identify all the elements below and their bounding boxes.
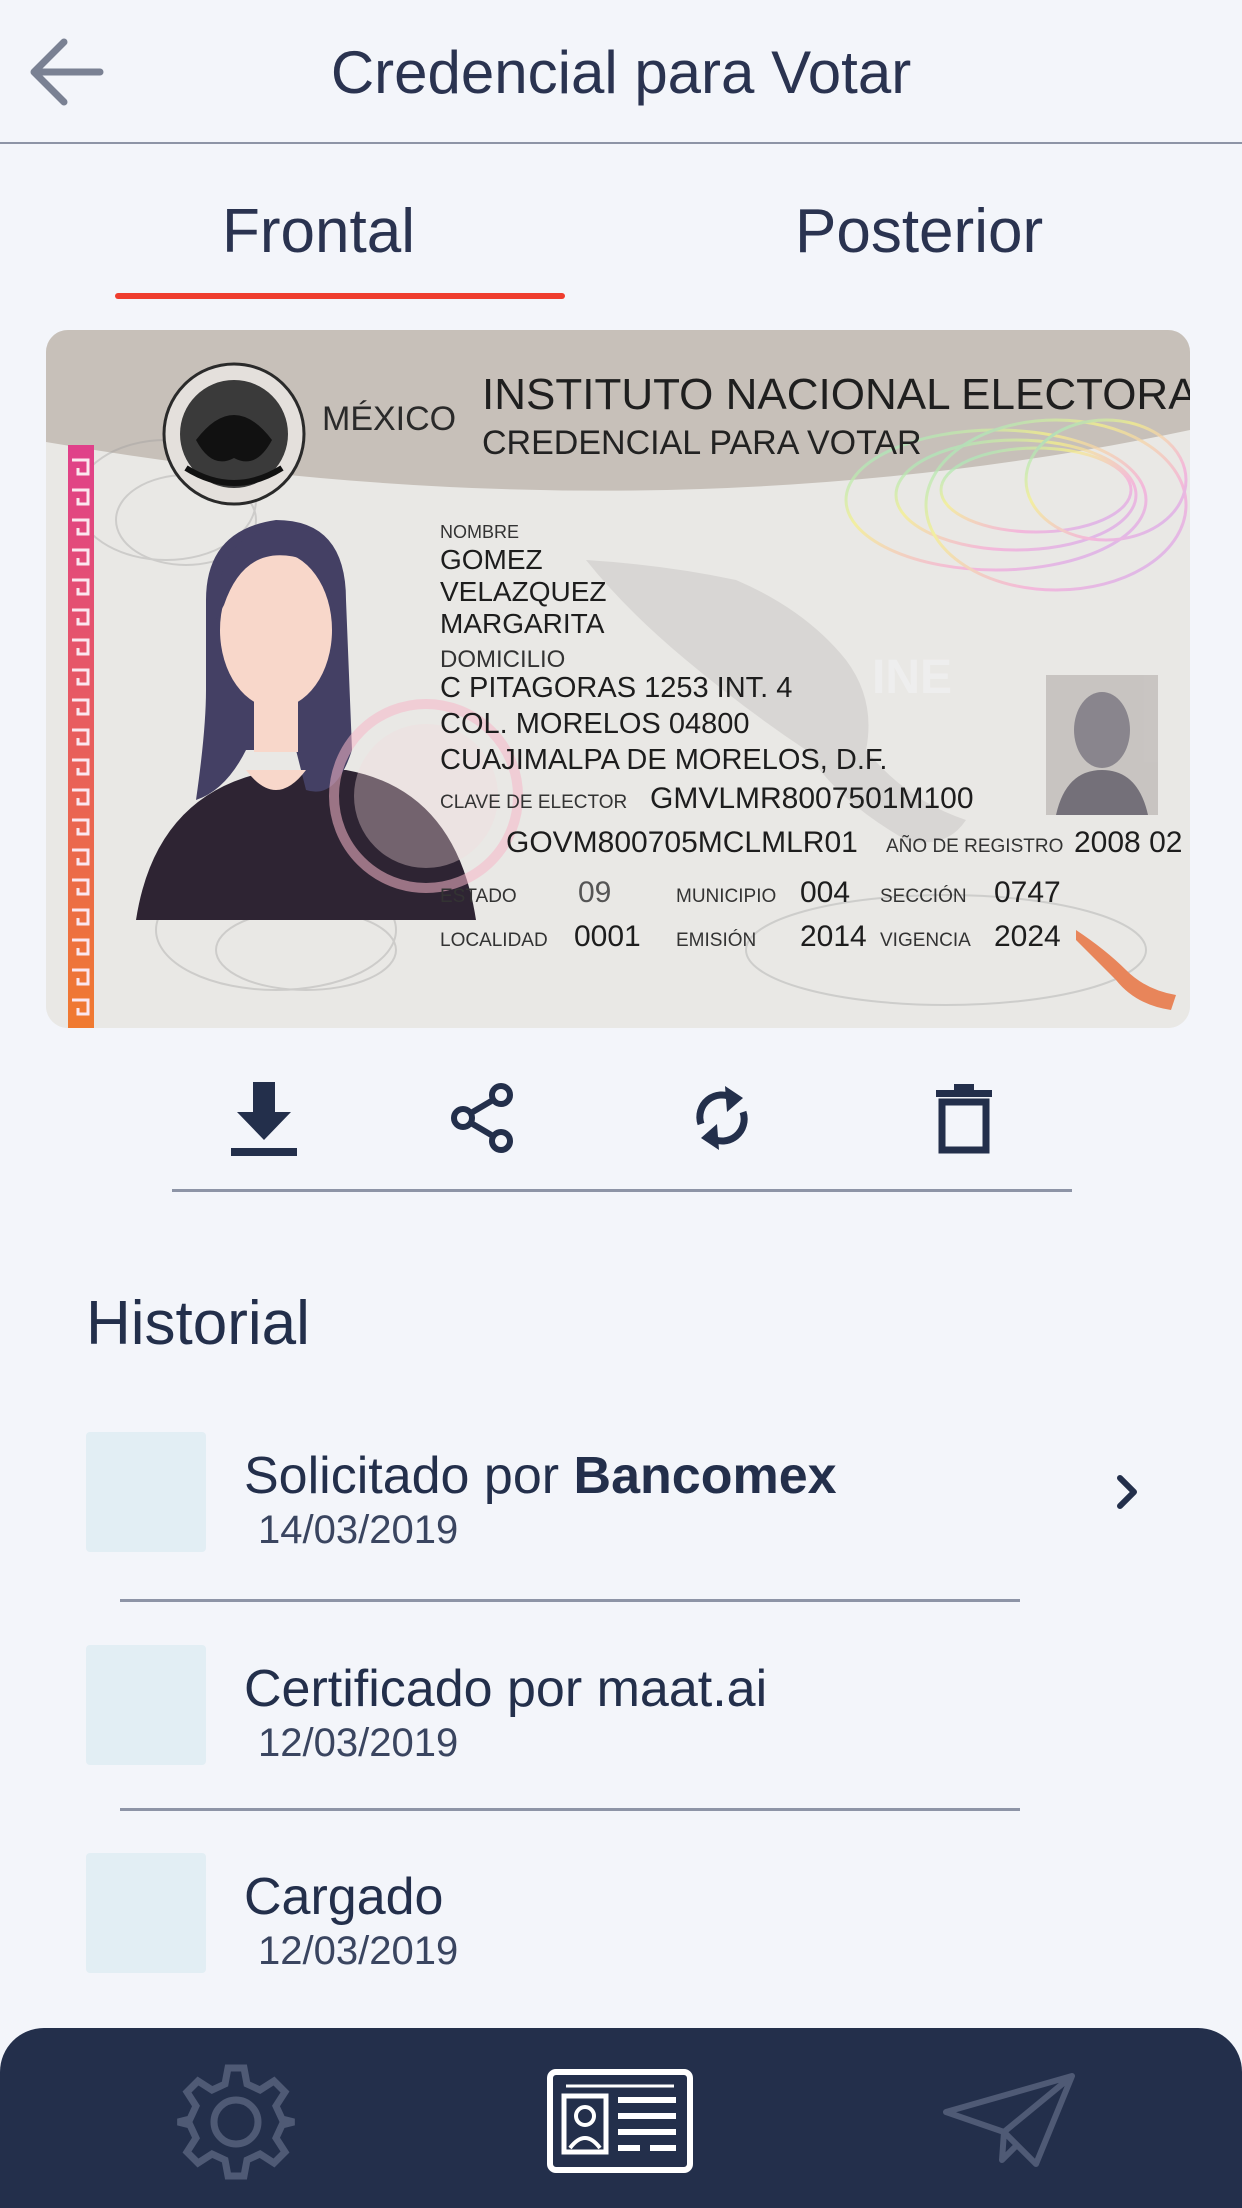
page-title: Credencial para Votar (330, 39, 912, 106)
card-municipio-label: MUNICIPIO (676, 886, 777, 907)
history-item-prefix: Solicitado por (244, 1447, 574, 1505)
card-watermark: INE (872, 651, 953, 704)
card-address-line: C PITAGORAS 1253 INT. 4 (440, 672, 793, 704)
card-name-label: NOMBRE (440, 522, 520, 542)
tab-frontal[interactable]: Frontal (222, 196, 415, 267)
chevron-right-icon[interactable] (1096, 1462, 1156, 1522)
history-title: Historial (86, 1289, 310, 1358)
card-vigencia: 2024 (994, 920, 1061, 953)
history-item-cargado[interactable]: Cargado 12/03/2019 (86, 1853, 1156, 1973)
card-name-line: GOMEZ (440, 544, 543, 575)
history-thumbnail (86, 1645, 206, 1765)
history-divider (120, 1599, 1020, 1602)
id-card-image: MÉXICO INSTITUTO NACIONAL ELECTORAL CRED… (46, 330, 1190, 1028)
paper-plane-icon[interactable] (942, 2072, 1076, 2170)
card-localidad-label: LOCALIDAD (440, 930, 548, 951)
share-icon[interactable] (444, 1076, 524, 1160)
history-item-date: 14/03/2019 (258, 1508, 459, 1552)
card-name-line: MARGARITA (440, 608, 605, 639)
card-clave: GMVLMR8007501M100 (650, 782, 974, 815)
history-item-date: 12/03/2019 (258, 1721, 459, 1765)
card-address-line: COL. MORELOS 04800 (440, 708, 750, 740)
tab-posterior[interactable]: Posterior (795, 196, 1043, 267)
gear-icon[interactable] (174, 2060, 298, 2184)
card-registro-label: AÑO DE REGISTRO (886, 836, 1064, 857)
history-thumbnail (86, 1853, 206, 1973)
card-seccion: 0747 (994, 876, 1061, 909)
card-seccion-label: SECCIÓN (880, 886, 967, 907)
history-item-title: Certificado por maat.ai (244, 1660, 768, 1718)
history-item-requester: Bancomex (573, 1447, 837, 1505)
card-name-line: VELAZQUEZ (440, 576, 607, 607)
card-estado: 09 (578, 876, 612, 909)
card-registro: 2008 02 (1074, 826, 1183, 859)
bottom-navigation (0, 2028, 1242, 2208)
history-item-certificado[interactable]: Certificado por maat.ai 12/03/2019 (86, 1645, 1156, 1765)
card-localidad: 0001 (574, 920, 641, 953)
id-card-icon[interactable] (546, 2068, 694, 2174)
card-clave-label: CLAVE DE ELECTOR (440, 792, 628, 813)
card-vigencia-label: VIGENCIA (880, 930, 971, 951)
card-emision-label: EMISIÓN (676, 930, 757, 951)
history-divider (120, 1808, 1020, 1811)
card-municipio: 004 (800, 876, 851, 909)
card-address-label: DOMICILIO (440, 646, 566, 673)
card-subtitle: CREDENCIAL PARA VOTAR (482, 424, 922, 462)
refresh-icon[interactable] (682, 1076, 762, 1160)
download-icon[interactable] (224, 1076, 304, 1160)
active-tab-indicator (115, 293, 565, 299)
trash-icon[interactable] (924, 1076, 1004, 1160)
history-thumbnail (86, 1432, 206, 1552)
card-address-line: CUAJIMALPA DE MORELOS, D.F. (440, 744, 888, 776)
card-actions-bar (172, 1060, 1072, 1192)
card-emision: 2014 (800, 920, 867, 953)
history-item-title: Solicitado por Bancomex (244, 1446, 837, 1506)
history-item-solicitado[interactable]: Solicitado por Bancomex 14/03/2019 (86, 1432, 1156, 1552)
card-country: MÉXICO (322, 400, 457, 438)
history-item-date: 12/03/2019 (258, 1929, 459, 1973)
card-institute: INSTITUTO NACIONAL ELECTORAL (482, 370, 1190, 419)
card-curp: GOVM800705MCLMLR01 (506, 826, 858, 859)
card-estado-label: ESTADO (440, 886, 517, 907)
history-item-title: Cargado (244, 1868, 444, 1926)
app-header: Credencial para Votar (0, 0, 1242, 144)
